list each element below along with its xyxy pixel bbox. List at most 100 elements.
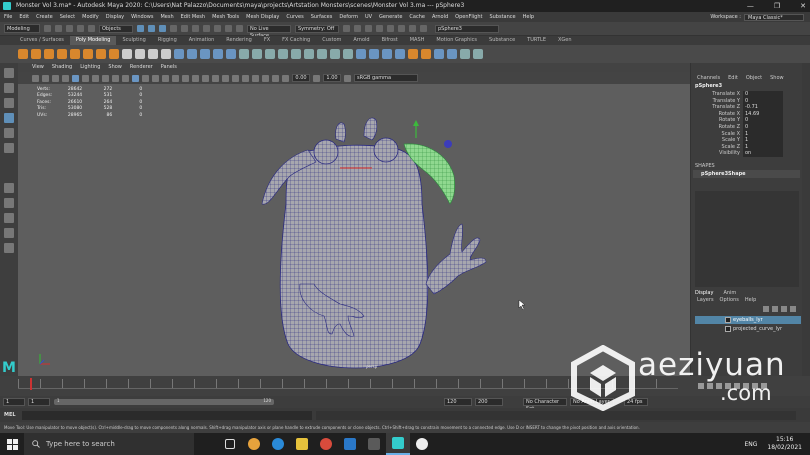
anti-aliasing-icon[interactable] bbox=[222, 74, 229, 82]
exposure-icon[interactable] bbox=[282, 74, 289, 82]
layer-tab-display[interactable]: Display bbox=[695, 290, 713, 296]
channel-object-name[interactable]: pSphere3 bbox=[691, 83, 802, 91]
poly-sphere-icon[interactable] bbox=[18, 49, 28, 59]
crease-icon[interactable] bbox=[460, 49, 470, 59]
channel-value[interactable]: 0 bbox=[743, 91, 783, 98]
layers-help-menu[interactable]: Help bbox=[745, 297, 756, 303]
mel-language-toggle[interactable]: MEL bbox=[0, 412, 18, 418]
image-plane-icon[interactable] bbox=[62, 74, 69, 82]
uv-editor-icon[interactable] bbox=[356, 49, 366, 59]
poly-torus-icon[interactable] bbox=[70, 49, 80, 59]
object-name-field[interactable]: pSphere3 bbox=[435, 24, 499, 33]
panel-menu-lighting[interactable]: Lighting bbox=[80, 63, 100, 72]
shelf-tab-rigging[interactable]: Rigging bbox=[152, 36, 183, 45]
channel-value[interactable]: 0 bbox=[743, 97, 783, 105]
snap-curve-icon[interactable] bbox=[203, 25, 210, 32]
command-input[interactable] bbox=[22, 410, 312, 420]
xray-icon[interactable] bbox=[252, 74, 259, 82]
super-shape-icon[interactable] bbox=[122, 49, 132, 59]
exposure-field[interactable]: 0.00 bbox=[292, 74, 310, 82]
file-explorer-icon[interactable] bbox=[290, 433, 314, 455]
shelf-tab-bifrost[interactable]: Bifrost bbox=[376, 36, 404, 45]
layer-tab-anim[interactable]: Anim bbox=[723, 290, 736, 296]
menu-generate[interactable]: Generate bbox=[379, 12, 402, 22]
wireframe-on-shaded-icon[interactable] bbox=[162, 74, 169, 82]
field-chart-icon[interactable] bbox=[112, 74, 119, 82]
channels-edit-menu[interactable]: Edit bbox=[728, 75, 738, 83]
hypershade-icon[interactable] bbox=[376, 25, 383, 32]
rotate-tool-icon[interactable] bbox=[4, 128, 14, 138]
layers-menu[interactable]: Layers bbox=[697, 297, 714, 303]
boolean-icon[interactable] bbox=[213, 49, 223, 59]
current-time-marker[interactable] bbox=[30, 378, 32, 390]
poly-type-icon[interactable] bbox=[148, 49, 158, 59]
scale-tool-icon[interactable] bbox=[4, 143, 14, 153]
windows-start-button[interactable] bbox=[0, 433, 24, 455]
shelf-tab-motion-graphics[interactable]: Motion Graphics bbox=[430, 36, 483, 45]
taskbar-search-box[interactable]: Type here to search bbox=[24, 433, 194, 455]
smooth-shade-icon[interactable] bbox=[142, 74, 149, 82]
lookdev-icon[interactable] bbox=[398, 25, 405, 32]
shelf-tab-poly-modeling[interactable]: Poly Modeling bbox=[69, 36, 117, 45]
channel-row[interactable]: Scale X1 bbox=[691, 130, 802, 138]
shelf-tab-rendering[interactable]: Rendering bbox=[220, 36, 258, 45]
use-all-lights-icon[interactable] bbox=[182, 74, 189, 82]
maximize-button[interactable]: ❐ bbox=[774, 0, 780, 12]
select-by-hierarchy-icon[interactable] bbox=[137, 25, 144, 32]
channel-row[interactable]: Translate X0 bbox=[691, 91, 802, 98]
store-app-icon[interactable] bbox=[362, 433, 386, 455]
mail-app-icon[interactable] bbox=[338, 433, 362, 455]
grid-icon[interactable] bbox=[72, 74, 79, 82]
gamma-field[interactable]: 1.00 bbox=[323, 74, 341, 82]
panel-menu-renderer[interactable]: Renderer bbox=[130, 63, 153, 72]
isolate-select-icon[interactable] bbox=[242, 74, 249, 82]
end-time-field[interactable]: 200 bbox=[475, 398, 503, 406]
xray-joints-icon[interactable] bbox=[262, 74, 269, 82]
menu-substance[interactable]: Substance bbox=[489, 12, 515, 22]
textured-icon[interactable] bbox=[172, 74, 179, 82]
screen-space-ao-icon[interactable] bbox=[202, 74, 209, 82]
move-tool-icon[interactable] bbox=[4, 113, 14, 123]
poly-cube-icon[interactable] bbox=[31, 49, 41, 59]
panel-menu-panels[interactable]: Panels bbox=[161, 63, 177, 72]
planar-mapping-icon[interactable] bbox=[369, 49, 379, 59]
menu-modify[interactable]: Modify bbox=[82, 12, 99, 22]
channels-menu[interactable]: Channels bbox=[697, 75, 720, 83]
menu-mesh-display[interactable]: Mesh Display bbox=[246, 12, 279, 22]
menu-curves[interactable]: Curves bbox=[286, 12, 303, 22]
shelf-tab-xgen[interactable]: XGen bbox=[552, 36, 578, 45]
redo-icon[interactable] bbox=[88, 25, 95, 32]
monster-model[interactable] bbox=[18, 84, 690, 376]
panel-menu-view[interactable]: View bbox=[32, 63, 44, 72]
bevel-icon[interactable] bbox=[265, 49, 275, 59]
save-scene-icon[interactable] bbox=[66, 25, 73, 32]
shelf-tab-fx[interactable]: FX bbox=[258, 36, 276, 45]
highlight-selection-icon[interactable] bbox=[181, 25, 188, 32]
panel-menu-shading[interactable]: Shading bbox=[52, 63, 72, 72]
color-management-icon[interactable] bbox=[344, 74, 351, 82]
motion-blur-icon[interactable] bbox=[212, 74, 219, 82]
menu-cache[interactable]: Cache bbox=[409, 12, 425, 22]
select-camera-icon[interactable] bbox=[32, 74, 39, 82]
channel-value[interactable]: 1 bbox=[743, 137, 783, 144]
input-mode-icon[interactable] bbox=[420, 25, 427, 32]
channel-value[interactable]: on bbox=[743, 150, 783, 157]
lattice-icon[interactable] bbox=[421, 49, 431, 59]
layer-visibility-icon[interactable] bbox=[725, 326, 731, 332]
layer-move-down-icon[interactable] bbox=[772, 306, 778, 312]
paint-select-tool-icon[interactable] bbox=[4, 98, 14, 108]
poly-cylinder-icon[interactable] bbox=[44, 49, 54, 59]
workspace-dropdown[interactable]: Maya Classic* bbox=[744, 13, 804, 21]
lasso-tool-icon[interactable] bbox=[4, 83, 14, 93]
film-gate-icon[interactable] bbox=[82, 74, 89, 82]
poly-cone-icon[interactable] bbox=[57, 49, 67, 59]
default-material-icon[interactable] bbox=[152, 74, 159, 82]
retopologize-icon[interactable] bbox=[447, 49, 457, 59]
shelf-tab-turtle[interactable]: TURTLE bbox=[521, 36, 552, 45]
shadows-icon[interactable] bbox=[192, 74, 199, 82]
bridge-icon[interactable] bbox=[252, 49, 262, 59]
channel-row[interactable]: Scale Y1 bbox=[691, 137, 802, 144]
select-by-object-icon[interactable] bbox=[148, 25, 155, 32]
menu-file[interactable]: File bbox=[4, 12, 12, 22]
multi-cut-icon[interactable] bbox=[304, 49, 314, 59]
